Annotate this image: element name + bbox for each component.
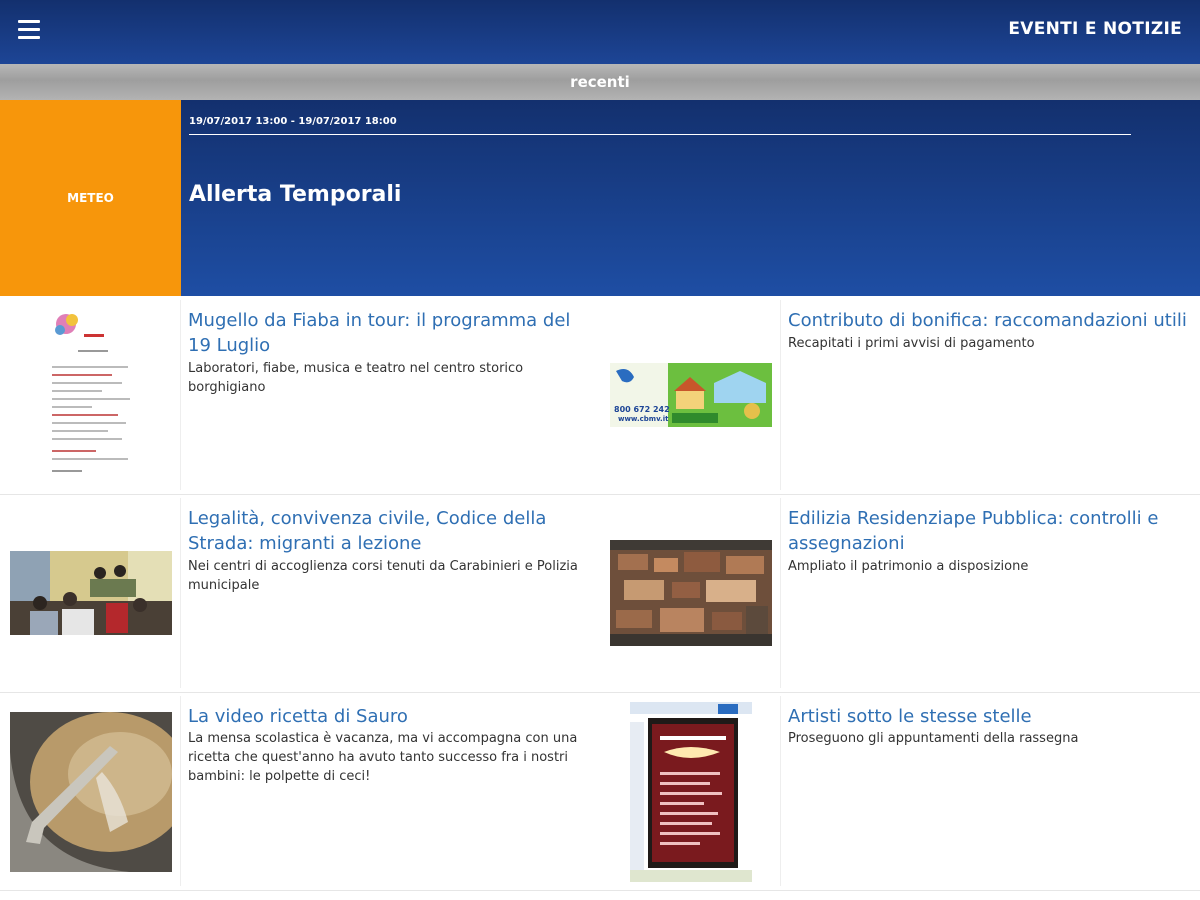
news-item[interactable]: Artisti sotto le stesse stelle Proseguon…	[600, 692, 1200, 890]
app-title: EVENTI E NOTIZIE	[1008, 19, 1182, 39]
news-description: Laboratori, fiabe, musica e teatro nel c…	[188, 361, 524, 395]
item-divider	[180, 696, 181, 886]
news-item[interactable]: Edilizia Residenziape Pubblica: controll…	[600, 494, 1200, 692]
news-item[interactable]: Mugello da Fiaba in tour: il programma d…	[0, 296, 600, 494]
bonifica-phone: 800 672 242	[614, 405, 670, 414]
news-description: Ampliato il patrimonio a disposizione	[788, 559, 1029, 574]
section-header: recenti	[0, 64, 1200, 100]
bonifica-thumbnail: 800 672 242 www.cbmv.it	[610, 363, 772, 427]
news-description: Proseguono gli appuntamenti della rasseg…	[788, 731, 1079, 746]
news-item[interactable]: La video ricetta di Sauro La mensa scola…	[0, 692, 600, 890]
hamburger-menu-icon[interactable]	[18, 20, 40, 40]
news-row: Mugello da Fiaba in tour: il programma d…	[0, 296, 1200, 495]
item-divider	[780, 300, 781, 490]
news-title[interactable]: Edilizia Residenziape Pubblica: controll…	[788, 506, 1188, 556]
featured-body: 19/07/2017 13:00 - 19/07/2017 18:00 Alle…	[181, 100, 1200, 296]
news-row: La video ricetta di Sauro La mensa scola…	[0, 692, 1200, 891]
aerial-town-thumbnail	[610, 540, 772, 646]
news-title[interactable]: Artisti sotto le stesse stelle	[788, 704, 1188, 729]
featured-date: 19/07/2017 13:00 - 19/07/2017 18:00	[189, 116, 397, 127]
news-title[interactable]: Legalità, convivenza civile, Codice dell…	[188, 506, 588, 556]
news-item[interactable]: 800 672 242 www.cbmv.it Contributo di bo…	[600, 296, 1200, 494]
cooking-pot-thumbnail	[10, 712, 172, 872]
classroom-photo-thumbnail	[10, 551, 172, 635]
event-poster-thumbnail	[630, 702, 752, 882]
news-row: Legalità, convivenza civile, Codice dell…	[0, 494, 1200, 693]
news-item[interactable]: Legalità, convivenza civile, Codice dell…	[0, 494, 600, 692]
featured-divider	[189, 134, 1131, 135]
news-title[interactable]: Mugello da Fiaba in tour: il programma d…	[188, 308, 588, 358]
news-description: La mensa scolastica è vacanza, ma vi acc…	[188, 731, 578, 784]
category-label: METEO	[67, 191, 114, 205]
news-description: Recapitati i primi avvisi di pagamento	[788, 336, 1035, 351]
top-app-bar: EVENTI E NOTIZIE	[0, 0, 1200, 64]
featured-alert-card[interactable]: METEO 19/07/2017 13:00 - 19/07/2017 18:0…	[0, 100, 1200, 296]
bonifica-site: www.cbmv.it	[618, 415, 669, 423]
item-divider	[780, 696, 781, 886]
category-tile: METEO	[0, 100, 181, 296]
news-title[interactable]: Contributo di bonifica: raccomandazioni …	[788, 308, 1188, 333]
poster-thumbnail	[44, 310, 132, 480]
item-divider	[780, 498, 781, 688]
item-divider	[180, 300, 181, 490]
featured-title: Allerta Temporali	[189, 182, 402, 207]
news-description: Nei centri di accoglienza corsi tenuti d…	[188, 559, 578, 593]
news-title[interactable]: La video ricetta di Sauro	[188, 704, 588, 729]
item-divider	[180, 498, 181, 688]
